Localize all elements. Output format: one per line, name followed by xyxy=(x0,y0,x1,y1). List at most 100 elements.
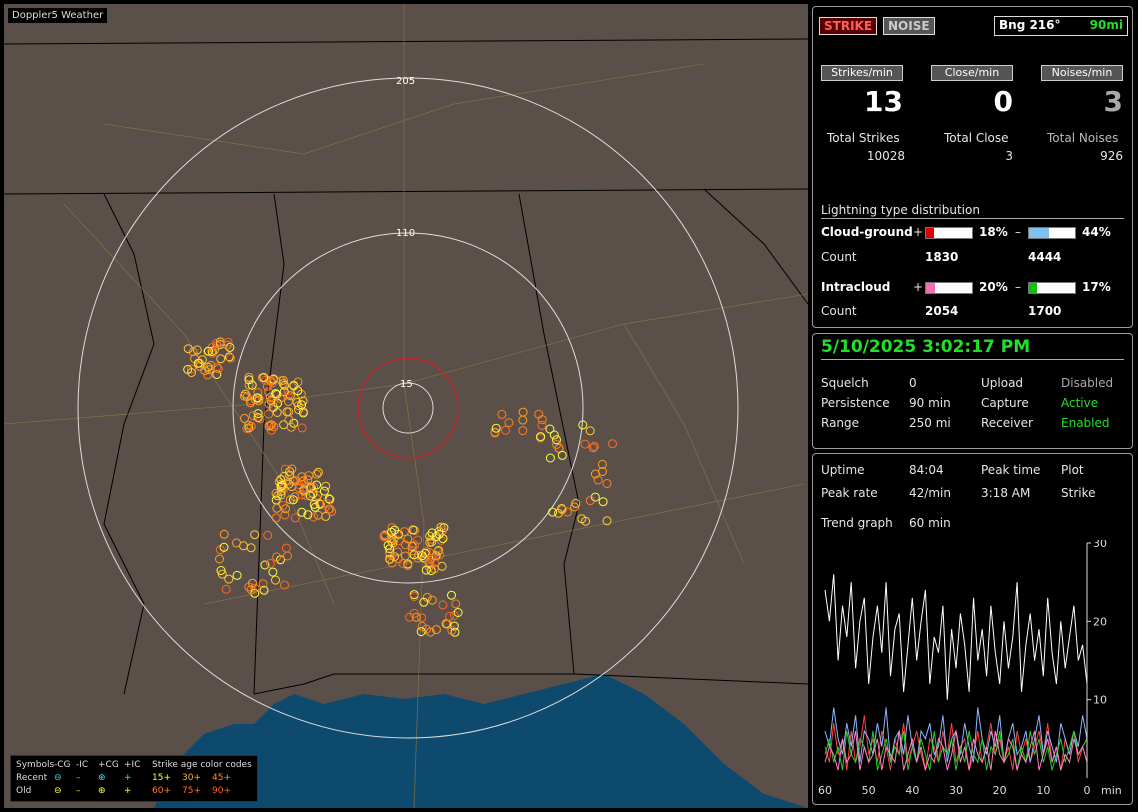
cg-count-label: Count xyxy=(821,250,857,264)
age-90: 90+ xyxy=(212,786,231,796)
pos-ic-old-icon: + xyxy=(124,786,132,796)
strike-marker xyxy=(264,409,274,419)
total-close-label: Total Close xyxy=(944,131,1009,145)
cg-negative-count: 4444 xyxy=(1028,250,1062,264)
total-close-value: 3 xyxy=(1005,149,1013,163)
ic-positive-count: 2054 xyxy=(925,304,959,318)
x-tick-label: 0 xyxy=(1084,784,1091,797)
neg-cg-old-icon: ⊖ xyxy=(54,786,62,796)
bearing-distance: 90mi xyxy=(1089,18,1123,32)
x-unit-label: min xyxy=(1101,784,1122,797)
strike-marker xyxy=(518,407,528,417)
strike-marker xyxy=(313,467,323,477)
capture-value[interactable]: Active xyxy=(1061,396,1098,410)
range-value: 250 mi xyxy=(909,416,951,430)
persistence-value: 90 min xyxy=(909,396,951,410)
strike-marker xyxy=(284,407,294,417)
legend-head-neg-cg: -CG xyxy=(54,760,71,770)
age-30: 30+ xyxy=(182,773,201,783)
close-range-ring xyxy=(357,357,459,459)
noises-per-min-button[interactable]: Noises/min xyxy=(1041,65,1123,81)
neg-cg-recent-icon: ⊖ xyxy=(54,773,62,783)
trend-series-1 xyxy=(824,715,1088,771)
squelch-label: Squelch xyxy=(821,376,869,390)
strike-marker xyxy=(232,570,242,580)
neg-ic-old-icon: – xyxy=(76,786,81,796)
noises-per-min-value: 3 xyxy=(1103,85,1123,118)
strike-marker xyxy=(281,543,291,553)
trend-series-3 xyxy=(824,730,1088,771)
strike-marker xyxy=(225,342,235,352)
strike-marker xyxy=(608,439,617,449)
strike-marker xyxy=(268,567,278,577)
close-per-min-button[interactable]: Close/min xyxy=(931,65,1013,81)
lightning-map[interactable]: 205 110 15 Doppler5 Weather Symbols -CG … xyxy=(4,4,808,808)
strikes-per-min-button[interactable]: Strikes/min xyxy=(821,65,903,81)
ic-plus-sign: + xyxy=(913,280,924,294)
strike-marker xyxy=(240,413,249,423)
uptime-label: Uptime xyxy=(821,463,865,477)
strike-marker xyxy=(416,627,426,637)
strike-indicator[interactable]: STRIKE xyxy=(819,17,878,35)
strike-marker xyxy=(215,554,224,564)
x-tick-label: 40 xyxy=(905,784,919,797)
strike-marker xyxy=(580,439,590,449)
cg-positive-bar xyxy=(925,227,973,239)
x-tick-label: 10 xyxy=(1036,784,1050,797)
ic-negative-count: 1700 xyxy=(1028,304,1062,318)
capture-label: Capture xyxy=(981,396,1029,410)
noise-indicator[interactable]: NOISE xyxy=(883,17,935,35)
strike-marker xyxy=(409,590,419,600)
upload-value[interactable]: Disabled xyxy=(1061,376,1113,390)
gulf-water xyxy=(254,674,808,808)
cg-minus-sign: – xyxy=(1015,225,1021,239)
bearing-box: Bng 216° 90mi xyxy=(994,16,1128,36)
strike-marker xyxy=(260,560,270,570)
total-strikes-value: 10028 xyxy=(866,149,905,163)
ring-label-205: 205 xyxy=(396,76,415,87)
legend-head-pos-cg: +CG xyxy=(98,760,119,770)
ic-positive-pct: 20% xyxy=(979,280,1008,294)
strike-marker xyxy=(271,513,281,523)
receiver-value[interactable]: Enabled xyxy=(1061,416,1110,430)
peak-time-label: Peak time xyxy=(981,463,1041,477)
strike-marker xyxy=(400,551,410,561)
ic-minus-sign: – xyxy=(1015,280,1021,294)
pos-cg-recent-icon: ⊕ xyxy=(98,773,106,783)
trend-chart: 30 20 10 60 50 40 30 20 10 0 min xyxy=(818,540,1122,797)
strike-marker xyxy=(246,543,256,553)
strike-marker xyxy=(219,529,229,539)
strike-marker xyxy=(250,530,260,540)
strike-marker xyxy=(447,590,456,600)
cg-positive-count: 1830 xyxy=(925,250,959,264)
datetime-display: 5/10/2025 3:02:17 PM xyxy=(821,337,1031,357)
plot-value[interactable]: Strike xyxy=(1061,486,1096,500)
y-tick-label: 20 xyxy=(1093,615,1107,628)
strike-stats-panel: STRIKE NOISE Bng 216° 90mi Strikes/min C… xyxy=(812,6,1133,328)
ic-count-label: Count xyxy=(821,304,857,318)
strike-marker xyxy=(248,411,258,421)
map-canvas: 205 110 15 xyxy=(4,4,808,808)
strike-marker xyxy=(504,418,514,428)
age-45: 45+ xyxy=(212,773,231,783)
age-15: 15+ xyxy=(152,773,171,783)
range-label: Range xyxy=(821,416,860,430)
bearing-value: Bng 216° xyxy=(999,18,1061,32)
strikes-per-min-value: 13 xyxy=(864,85,903,118)
uptime-value: 84:04 xyxy=(909,463,944,477)
symbol-legend: Symbols -CG -IC +CG +IC Strike age color… xyxy=(10,755,258,802)
strike-marker xyxy=(297,423,307,433)
peak-time-value: 3:18 AM xyxy=(981,486,1031,500)
cloud-ground-label: Cloud-ground xyxy=(821,225,913,239)
strike-marker xyxy=(282,407,292,417)
roads xyxy=(4,4,808,808)
total-strikes-label: Total Strikes xyxy=(827,131,900,145)
strike-marker xyxy=(518,426,528,436)
strike-marker xyxy=(409,592,419,601)
divider xyxy=(821,359,1124,360)
settings-panel: 5/10/2025 3:02:17 PM Squelch 0 Upload Di… xyxy=(812,333,1133,449)
strike-marker xyxy=(321,481,331,491)
x-tick-label: 50 xyxy=(862,784,876,797)
strike-marker xyxy=(221,584,231,594)
strike-marker xyxy=(497,409,507,419)
